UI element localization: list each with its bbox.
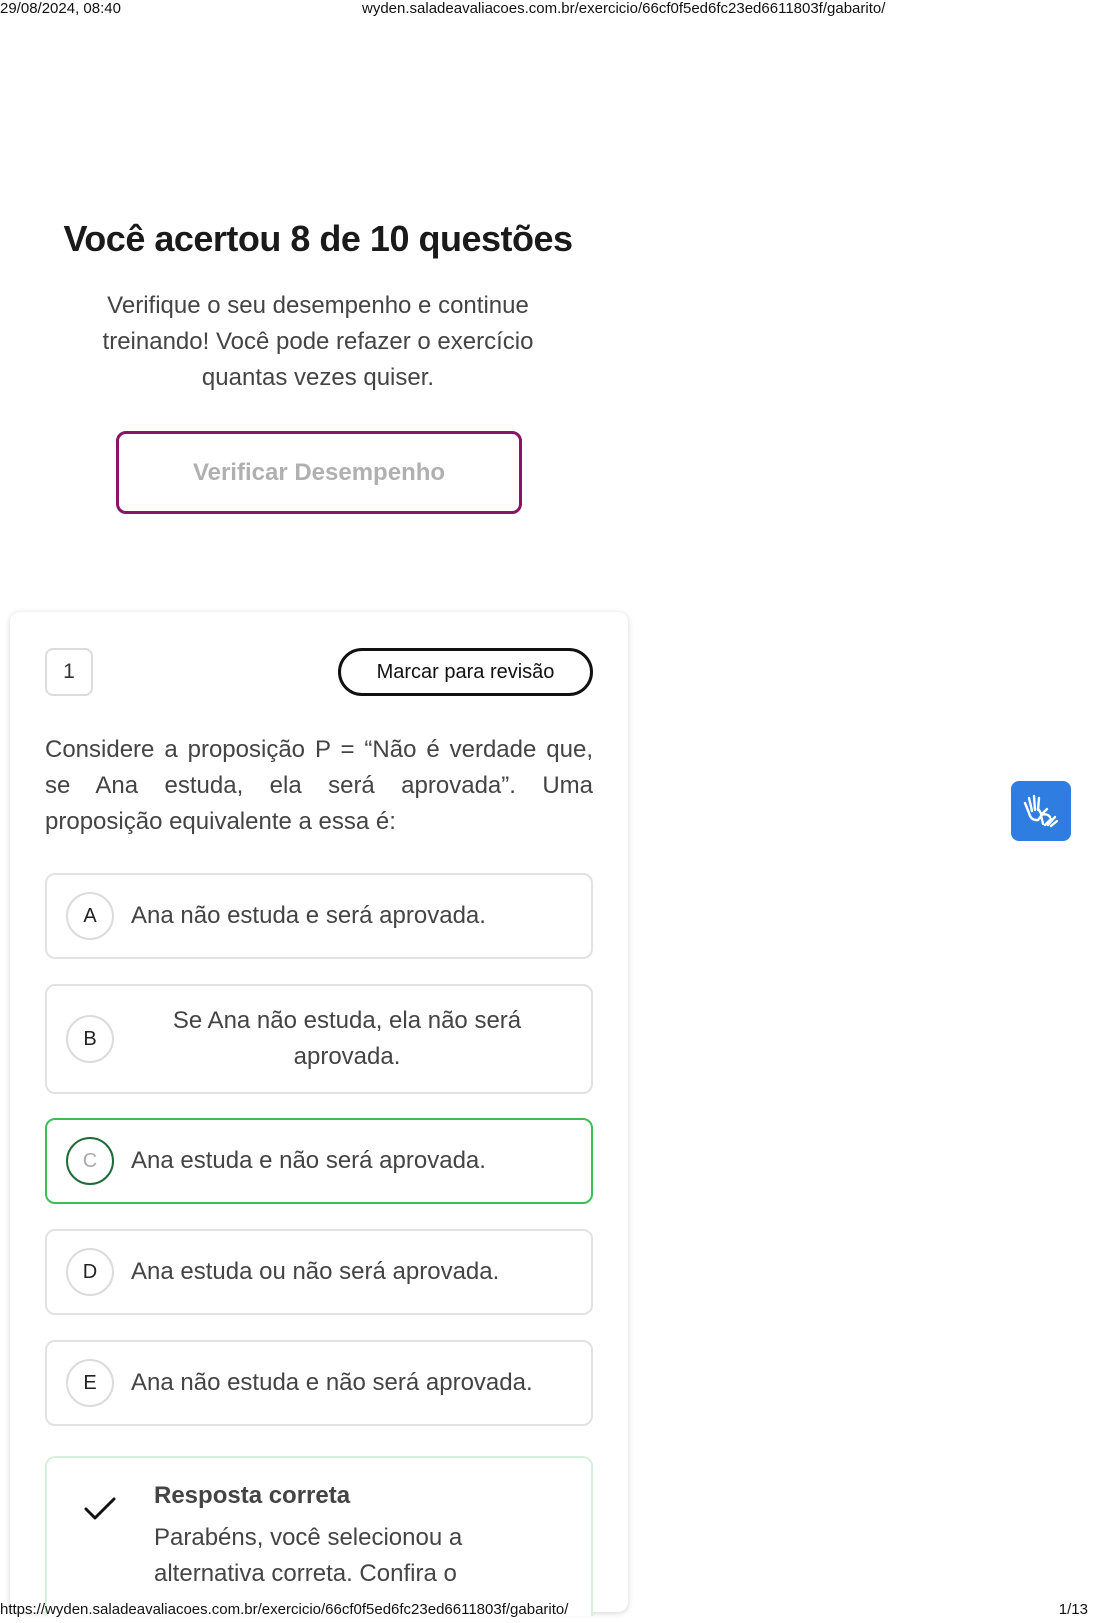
question-number: 1 (45, 648, 93, 696)
results-title: Você acertou 8 de 10 questões (63, 218, 573, 259)
option-e[interactable]: E Ana não estuda e não será aprovada. (45, 1340, 593, 1426)
option-text: Se Ana não estuda, ela não será aprovada… (172, 1007, 522, 1070)
option-letter: C (66, 1137, 114, 1185)
print-datetime: 29/08/2024, 08:40 (0, 0, 121, 17)
print-url: wyden.saladeavaliacoes.com.br/exercicio/… (362, 0, 886, 17)
option-text: Ana estuda ou não será aprovada. (131, 1258, 500, 1285)
page-counter: 1/13 (1058, 1601, 1088, 1618)
option-a[interactable]: A Ana não estuda e será aprovada. (45, 873, 593, 959)
answer-feedback: Resposta correta Parabéns, você selecion… (45, 1456, 593, 1616)
option-d[interactable]: D Ana estuda ou não será aprovada. (45, 1229, 593, 1315)
print-footer-url: https://wyden.saladeavaliacoes.com.br/ex… (0, 1601, 569, 1618)
results-subtitle: Verifique o seu desempenho e continue tr… (102, 292, 534, 391)
option-letter: A (66, 892, 114, 940)
option-letter: E (66, 1359, 114, 1407)
option-text: Ana não estuda e será aprovada. (131, 902, 486, 929)
mark-for-review-button[interactable]: Marcar para revisão (338, 648, 593, 696)
option-b[interactable]: B Se Ana não estuda, ela não será aprova… (45, 984, 593, 1094)
sign-language-icon (1023, 794, 1059, 828)
option-letter: B (66, 1015, 114, 1063)
print-footer: https://wyden.saladeavaliacoes.com.br/ex… (0, 1601, 1094, 1623)
feedback-title: Resposta correta (154, 1482, 351, 1509)
option-c[interactable]: C Ana estuda e não será aprovada. (45, 1118, 593, 1204)
check-icon (84, 1497, 116, 1520)
option-text: Ana estuda e não será aprovada. (131, 1147, 486, 1174)
option-text: Ana não estuda e não será aprovada. (131, 1369, 533, 1396)
verify-performance-button[interactable]: Verificar Desempenho (116, 431, 522, 514)
feedback-body: Parabéns, você selecionou a alternativa … (154, 1524, 463, 1587)
accessibility-button[interactable] (1011, 781, 1071, 841)
question-text: Considere a proposição P = “Não é verdad… (45, 736, 593, 835)
option-letter: D (66, 1248, 114, 1296)
print-header: 29/08/2024, 08:40 wyden.saladeavaliacoes… (0, 0, 1094, 20)
